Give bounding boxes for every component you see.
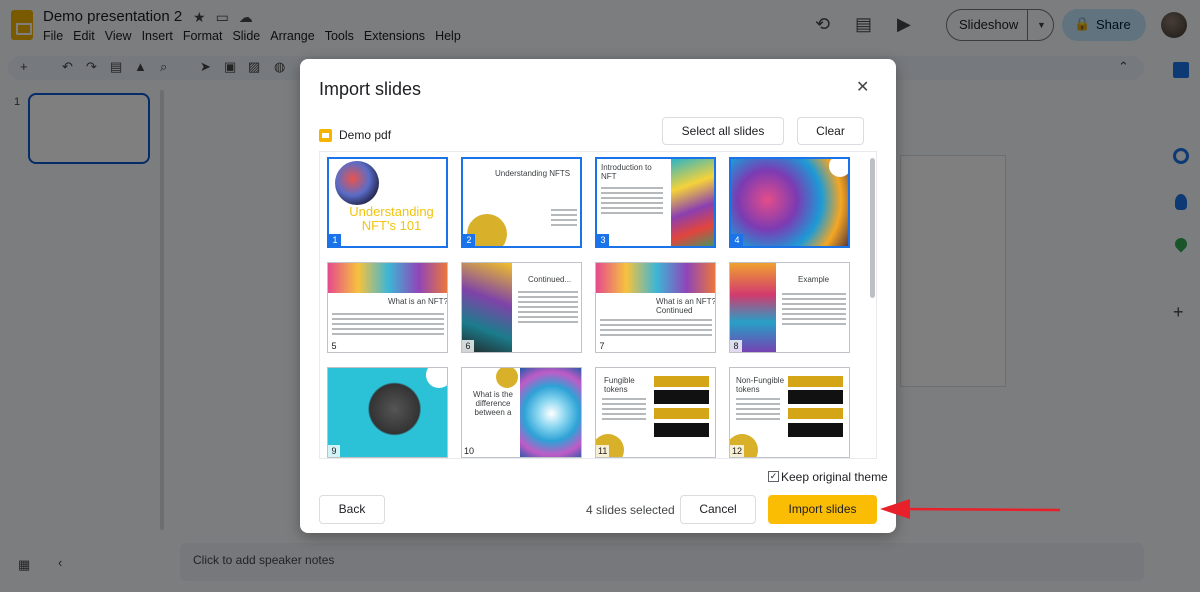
annotation-arrow-icon bbox=[880, 499, 1061, 519]
